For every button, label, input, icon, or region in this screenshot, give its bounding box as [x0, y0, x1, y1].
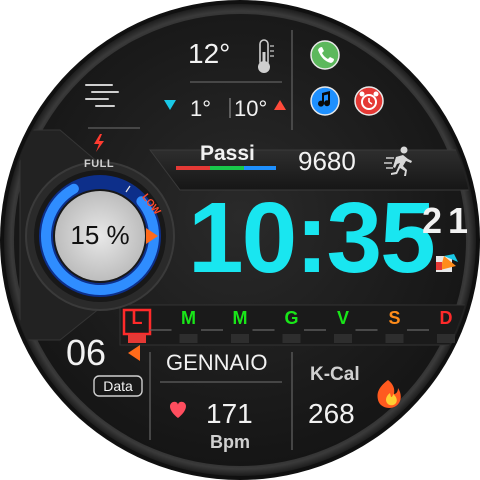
time-seconds: 21	[422, 200, 475, 241]
weekday-indicator	[231, 334, 249, 343]
calories-label: K-Cal	[310, 364, 360, 385]
steps-value[interactable]: 9680	[298, 146, 378, 177]
weekday-indicator	[179, 334, 198, 343]
time-separator: :	[295, 182, 328, 294]
time-minutes: 35	[326, 182, 436, 294]
date-day: 06	[66, 332, 107, 373]
temperature-min: 1°	[190, 96, 212, 121]
music-icon-bg	[310, 86, 340, 116]
weekday-letter: L	[131, 308, 143, 328]
weekday-letter: M	[181, 308, 196, 328]
steps-label: Passi	[200, 142, 255, 165]
weekday-indicator	[128, 334, 146, 343]
weekday-letter: G	[284, 308, 299, 328]
weekday-letter: V	[336, 308, 349, 328]
weekday-indicator	[334, 334, 352, 343]
battery-percent[interactable]: 15 %	[64, 220, 136, 251]
date-month: GENNAIO	[166, 350, 268, 375]
weekday-indicator	[385, 334, 404, 343]
weekday-letter: S	[388, 308, 401, 328]
temperature-max: 10°	[234, 96, 268, 121]
steps-progress-bar	[176, 166, 276, 170]
digital-time: 10:35	[188, 182, 436, 294]
phone-icon-bg	[310, 40, 340, 70]
weekday-letter: D	[439, 308, 453, 328]
phone-button[interactable]	[310, 40, 340, 70]
time-hours: 10	[188, 182, 297, 294]
battery-full-label: FULL	[84, 158, 115, 170]
temperature-value: 12°	[188, 38, 231, 69]
data-button[interactable]: Data	[94, 378, 142, 394]
weekday-letter: M	[232, 308, 248, 328]
heart-rate-unit: Bpm	[210, 432, 250, 452]
calories-value[interactable]: 268	[308, 398, 368, 430]
alarm-button[interactable]	[354, 86, 384, 116]
weekday-indicator	[437, 334, 455, 343]
heart-rate-value[interactable]: 171	[206, 398, 266, 430]
music-button[interactable]	[310, 86, 340, 116]
weekday-indicator	[282, 334, 301, 343]
